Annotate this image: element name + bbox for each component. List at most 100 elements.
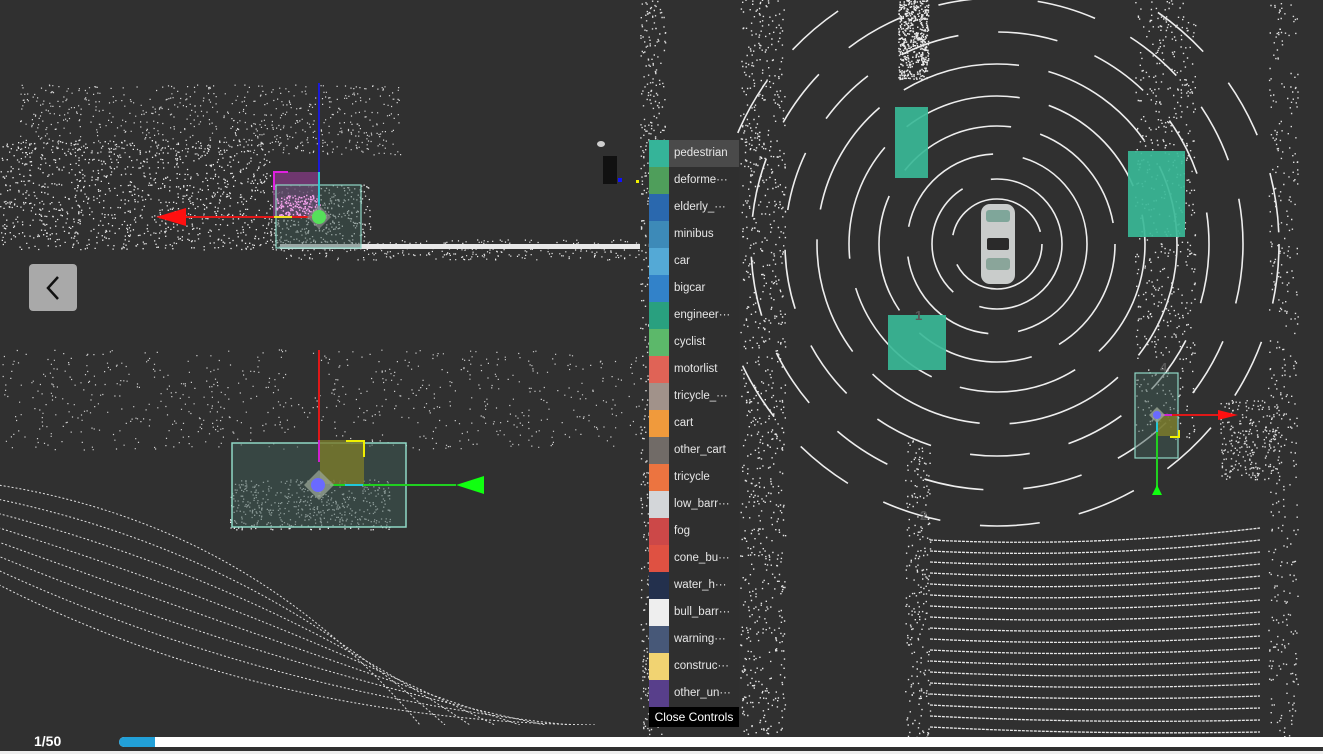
point-cluster — [898, 0, 930, 81]
point-cluster — [740, 0, 787, 735]
class-color-swatch[interactable] — [649, 140, 669, 167]
class-color-swatch[interactable] — [649, 167, 669, 194]
class-color-swatch[interactable] — [649, 410, 669, 437]
class-color-swatch[interactable] — [649, 491, 669, 518]
heading-axis-arrow[interactable] — [1218, 410, 1238, 420]
point-cluster — [905, 439, 932, 738]
frame-progress-bar[interactable] — [119, 737, 1323, 747]
class-item-engineer[interactable]: engineer··· — [649, 302, 739, 329]
back-button[interactable] — [29, 264, 77, 311]
scan-line — [929, 599, 1261, 610]
class-label: motorlist — [674, 363, 718, 375]
class-color-swatch[interactable] — [649, 248, 669, 275]
class-color-swatch[interactable] — [649, 626, 669, 653]
ego-vehicle-icon — [981, 204, 1015, 284]
side-view-canvas[interactable] — [0, 0, 640, 340]
class-item-cone_bu[interactable]: cone_bu··· — [649, 545, 739, 572]
scan-line — [929, 659, 1261, 666]
box-number-label: 2 — [920, 508, 928, 523]
close-controls-button[interactable]: Close Controls — [649, 707, 739, 727]
scan-line — [929, 693, 1261, 700]
point-cluster — [0, 139, 272, 251]
rotation-handle-box[interactable] — [320, 440, 364, 484]
class-item-warning[interactable]: warning··· — [649, 626, 739, 653]
class-item-motorlist[interactable]: motorlist — [649, 356, 739, 383]
class-color-swatch[interactable] — [649, 221, 669, 248]
center-handle[interactable] — [311, 478, 325, 492]
class-color-swatch[interactable] — [649, 302, 669, 329]
class-color-swatch[interactable] — [649, 194, 669, 221]
class-color-swatch[interactable] — [649, 545, 669, 572]
class-label: car — [674, 255, 690, 267]
scan-line — [0, 513, 471, 725]
class-color-swatch[interactable] — [649, 653, 669, 680]
class-color-swatch[interactable] — [649, 518, 669, 545]
class-color-swatch[interactable] — [649, 599, 669, 626]
class-label: construc··· — [674, 660, 729, 672]
class-label: cyclist — [674, 336, 706, 348]
center-handle[interactable] — [1153, 411, 1161, 419]
class-item-deforme[interactable]: deforme··· — [649, 167, 739, 194]
class-color-swatch[interactable] — [649, 437, 669, 464]
class-label: low_barr··· — [674, 498, 730, 510]
class-label: tricycle_··· — [674, 390, 728, 402]
class-item-tricycle[interactable]: tricycle — [649, 464, 739, 491]
class-item-water_h[interactable]: water_h··· — [649, 572, 739, 599]
point-cluster — [20, 84, 402, 156]
annotation-box-pedestrian[interactable] — [1128, 151, 1185, 237]
class-color-swatch[interactable] — [649, 464, 669, 491]
lateral-axis-arrow[interactable] — [1152, 485, 1162, 495]
class-item-cyclist[interactable]: cyclist — [649, 329, 739, 356]
class-item-low_barr[interactable]: low_barr··· — [649, 491, 739, 518]
class-item-tricycle[interactable]: tricycle_··· — [649, 383, 739, 410]
scan-line — [929, 575, 1261, 588]
class-item-pedestrian[interactable]: pedestrian — [649, 140, 739, 167]
class-color-swatch[interactable] — [649, 329, 669, 356]
top-view-panel[interactable] — [0, 340, 640, 725]
class-item-other_cart[interactable]: other_cart — [649, 437, 739, 464]
ego-marker-dot — [618, 178, 622, 182]
point-cluster — [1268, 3, 1299, 738]
class-label: other_un··· — [674, 687, 731, 699]
side-view-panel[interactable] — [0, 0, 640, 340]
class-item-car[interactable]: car — [649, 248, 739, 275]
class-item-bigcar[interactable]: bigcar — [649, 275, 739, 302]
class-color-swatch[interactable] — [649, 356, 669, 383]
annotation-box-pedestrian[interactable] — [895, 107, 928, 178]
class-color-swatch[interactable] — [649, 275, 669, 302]
class-item-construc[interactable]: construc··· — [649, 653, 739, 680]
class-color-swatch[interactable] — [649, 383, 669, 410]
class-color-swatch[interactable] — [649, 572, 669, 599]
frame-progress-fill[interactable] — [119, 737, 156, 747]
playback-footer: 1/50 — [0, 725, 1323, 754]
class-label: water_h··· — [674, 579, 727, 591]
lidar-rings — [714, 0, 1280, 734]
class-label: pedestrian — [669, 140, 739, 167]
scan-line — [929, 671, 1261, 677]
center-handle[interactable] — [312, 210, 326, 224]
class-item-bull_barr[interactable]: bull_barr··· — [649, 599, 739, 626]
class-color-swatch[interactable] — [649, 680, 669, 707]
class-label: engineer··· — [674, 309, 731, 321]
frame-counter: 1/50 — [34, 733, 62, 749]
class-item-fog[interactable]: fog — [649, 518, 739, 545]
lateral-axis-arrow[interactable] — [456, 476, 484, 494]
scan-line — [929, 551, 1261, 566]
main-view-canvas[interactable] — [640, 0, 1323, 738]
class-item-cart[interactable]: cart — [649, 410, 739, 437]
scan-line — [929, 563, 1261, 577]
box-number-label: 4 — [1160, 360, 1168, 375]
top-view-canvas[interactable] — [0, 340, 640, 725]
scan-line — [0, 556, 546, 725]
point-cluster — [1220, 400, 1282, 481]
scan-line — [0, 584, 596, 725]
scan-line — [929, 704, 1261, 711]
annotation-box-1[interactable] — [888, 315, 946, 370]
scan-line — [929, 647, 1261, 655]
class-label: cone_bu··· — [674, 552, 730, 564]
scan-line — [929, 527, 1261, 543]
main-bev-view[interactable]: 1 2 4 — [640, 0, 1323, 738]
class-item-minibus[interactable]: minibus — [649, 221, 739, 248]
class-item-elderly[interactable]: elderly_··· — [649, 194, 739, 221]
class-item-other_un[interactable]: other_un··· — [649, 680, 739, 707]
